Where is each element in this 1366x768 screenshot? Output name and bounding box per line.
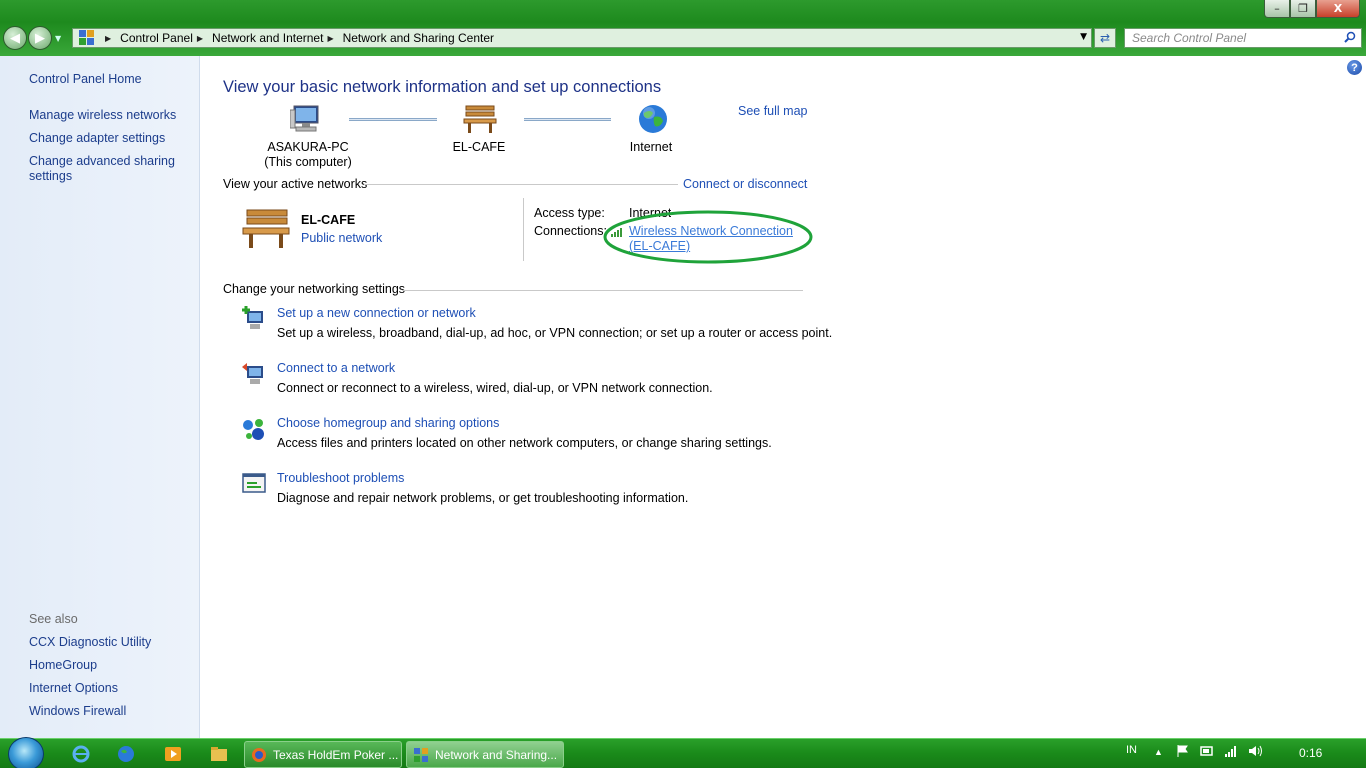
breadcrumb-separator-icon[interactable]: ▶: [327, 34, 333, 43]
globe-icon[interactable]: [638, 104, 668, 134]
new-connection-icon: [242, 306, 263, 329]
task-troubleshoot-link[interactable]: Troubleshoot problems: [277, 471, 404, 485]
see-also-homegroup[interactable]: HomeGroup: [29, 658, 97, 673]
taskbar: Texas HoldEm Poker ... Network and Shari…: [0, 737, 1366, 768]
internet-explorer-icon[interactable]: [70, 744, 92, 764]
divider: [364, 184, 678, 185]
show-hidden-icons-icon[interactable]: ▲: [1154, 747, 1163, 757]
sidebar: Control Panel Home Manage wireless netwo…: [0, 56, 200, 738]
bench-icon[interactable]: [463, 104, 497, 134]
forward-arrow-icon: ▶: [35, 30, 45, 46]
troubleshoot-icon: [242, 473, 266, 493]
see-also-heading: See also: [29, 612, 78, 626]
address-bar[interactable]: ▶ Control Panel ▶ Network and Internet ▶…: [72, 28, 1092, 48]
map-connector: [349, 118, 437, 121]
homegroup-icon: [243, 419, 264, 440]
sidebar-link-change-adapter[interactable]: Change adapter settings: [29, 131, 165, 146]
search-box: [1124, 28, 1362, 48]
breadcrumb-separator-icon[interactable]: ▶: [197, 34, 203, 43]
file-explorer-icon[interactable]: [208, 744, 230, 764]
task-troubleshoot-desc: Diagnose and repair network problems, or…: [277, 491, 689, 505]
taskbar-app-network-sharing[interactable]: Network and Sharing...: [406, 741, 564, 768]
sidebar-link-manage-wireless[interactable]: Manage wireless networks: [29, 108, 176, 123]
sidebar-link-control-panel-home[interactable]: Control Panel Home: [29, 72, 142, 87]
map-internet-label: Internet: [629, 140, 673, 154]
task-homegroup-desc: Access files and printers located on oth…: [277, 436, 772, 450]
breadcrumb-network-and-sharing-center[interactable]: Network and Sharing Center: [343, 31, 494, 45]
address-dropdown-icon[interactable]: ▼: [1080, 32, 1087, 42]
annotation-ellipse: [603, 210, 813, 264]
back-arrow-icon: ◀: [10, 30, 20, 46]
action-center-flag-icon[interactable]: [1176, 744, 1190, 761]
refresh-button[interactable]: ⇄: [1094, 28, 1116, 48]
see-also-ccx-diagnostic[interactable]: CCX Diagnostic Utility: [29, 635, 151, 650]
navigation-buttons: ◀ ▶ ▼: [3, 26, 61, 50]
help-icon[interactable]: ?: [1347, 60, 1362, 75]
computer-subtitle: (This computer): [264, 155, 352, 169]
close-button[interactable]: X: [1316, 0, 1360, 18]
taskbar-app-poker[interactable]: Texas HoldEm Poker ...: [244, 741, 402, 768]
recent-pages-dropdown-icon[interactable]: ▼: [55, 34, 61, 43]
computer-icon[interactable]: [290, 104, 322, 134]
see-full-map-link[interactable]: See full map: [738, 104, 807, 118]
network-signal-icon[interactable]: [1224, 744, 1238, 761]
back-button[interactable]: ◀: [3, 26, 27, 50]
map-network-label: EL-CAFE: [452, 140, 506, 154]
control-panel-icon: [79, 30, 95, 46]
start-button[interactable]: [8, 737, 44, 768]
task-homegroup-link[interactable]: Choose homegroup and sharing options: [277, 416, 499, 430]
browser-globe-icon[interactable]: [115, 744, 137, 764]
task-connect-network-desc: Connect or reconnect to a wireless, wire…: [277, 381, 713, 395]
bench-icon[interactable]: [241, 208, 291, 250]
language-indicator[interactable]: IN: [1126, 744, 1137, 756]
connections-label: Connections:: [534, 224, 607, 238]
sidebar-link-change-advanced-sharing-cont[interactable]: settings: [29, 169, 72, 184]
connect-or-disconnect-link[interactable]: Connect or disconnect: [683, 177, 807, 191]
search-input[interactable]: [1132, 31, 1342, 45]
refresh-icon: ⇄: [1099, 31, 1111, 45]
control-panel-icon: [414, 747, 428, 762]
task-connect-network-link[interactable]: Connect to a network: [277, 361, 395, 375]
taskbar-app-poker-label: Texas HoldEm Poker ...: [273, 747, 399, 762]
window-chrome: – ❐ X ◀ ▶ ▼ ▶ Control Panel ▶ Network an…: [0, 0, 1366, 56]
breadcrumb-control-panel[interactable]: Control Panel: [120, 31, 193, 45]
settings-heading: Change your networking settings: [223, 282, 406, 296]
divider: [523, 198, 524, 261]
main-content: ? View your basic network information an…: [201, 56, 1366, 738]
power-icon[interactable]: [1200, 744, 1214, 761]
see-also-internet-options[interactable]: Internet Options: [29, 681, 118, 696]
map-computer-label: ASAKURA-PC (This computer): [257, 140, 359, 170]
media-player-icon[interactable]: [162, 744, 184, 764]
breadcrumb-separator-icon[interactable]: ▶: [105, 34, 111, 43]
breadcrumb-network-and-internet[interactable]: Network and Internet: [212, 31, 323, 45]
task-setup-connection-desc: Set up a wireless, broadband, dial-up, a…: [277, 326, 833, 340]
network-type-link[interactable]: Public network: [301, 231, 382, 245]
task-setup-connection-link[interactable]: Set up a new connection or network: [277, 306, 476, 320]
sidebar-link-change-advanced-sharing[interactable]: Change advanced sharing: [29, 154, 175, 169]
firefox-icon: [252, 747, 266, 762]
connect-network-icon: [242, 363, 263, 384]
access-type-label: Access type:: [534, 206, 605, 220]
see-also-windows-firewall[interactable]: Windows Firewall: [29, 704, 126, 719]
active-networks-heading: View your active networks: [223, 177, 368, 191]
window-controls: – ❐ X: [1264, 0, 1360, 18]
forward-button[interactable]: ▶: [28, 26, 52, 50]
restore-button[interactable]: ❐: [1290, 0, 1316, 18]
minimize-button[interactable]: –: [1264, 0, 1290, 18]
divider: [402, 290, 803, 291]
clock[interactable]: 0:16: [1299, 746, 1322, 760]
search-icon[interactable]: [1344, 31, 1356, 43]
map-connector: [524, 118, 611, 121]
volume-icon[interactable]: [1248, 744, 1264, 761]
page-title: View your basic network information and …: [223, 78, 662, 96]
taskbar-app-network-sharing-label: Network and Sharing...: [435, 747, 558, 762]
computer-name: ASAKURA-PC: [267, 140, 349, 154]
active-network-name: EL-CAFE: [301, 213, 356, 227]
